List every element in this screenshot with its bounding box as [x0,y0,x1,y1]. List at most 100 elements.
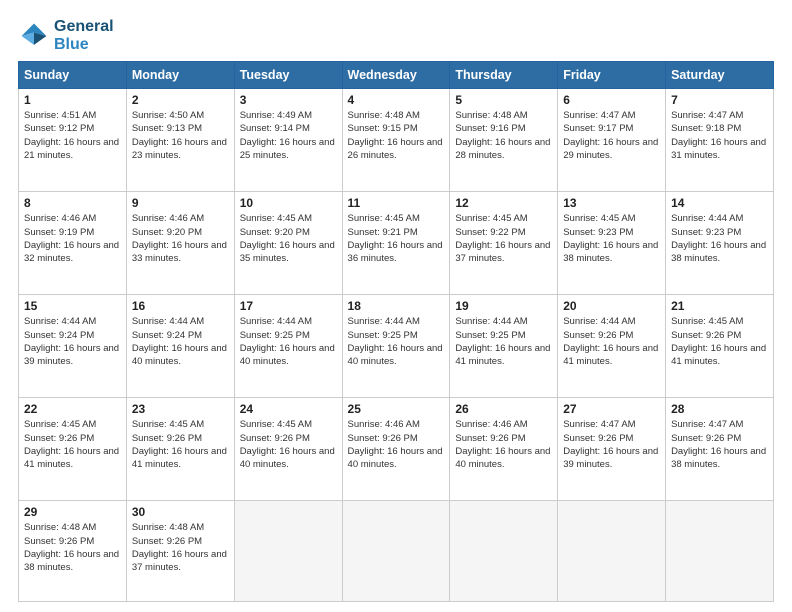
col-tuesday: Tuesday [234,62,342,89]
calendar-cell: 12 Sunrise: 4:45 AM Sunset: 9:22 PM Dayl… [450,192,558,295]
day-number: 9 [132,196,229,210]
day-number: 6 [563,93,660,107]
day-number: 1 [24,93,121,107]
calendar-cell: 7 Sunrise: 4:47 AM Sunset: 9:18 PM Dayli… [666,89,774,192]
day-info: Sunrise: 4:44 AM Sunset: 9:25 PM Dayligh… [348,315,445,368]
calendar-cell: 6 Sunrise: 4:47 AM Sunset: 9:17 PM Dayli… [558,89,666,192]
col-sunday: Sunday [19,62,127,89]
calendar-cell: 1 Sunrise: 4:51 AM Sunset: 9:12 PM Dayli… [19,89,127,192]
col-monday: Monday [126,62,234,89]
calendar-cell: 19 Sunrise: 4:44 AM Sunset: 9:25 PM Dayl… [450,295,558,398]
calendar-cell: 30 Sunrise: 4:48 AM Sunset: 9:26 PM Dayl… [126,501,234,602]
page: General Blue Sunday Monday Tuesday Wedne… [0,0,792,612]
day-info: Sunrise: 4:45 AM Sunset: 9:22 PM Dayligh… [455,212,552,265]
day-number: 5 [455,93,552,107]
day-number: 2 [132,93,229,107]
calendar-cell: 20 Sunrise: 4:44 AM Sunset: 9:26 PM Dayl… [558,295,666,398]
day-info: Sunrise: 4:45 AM Sunset: 9:23 PM Dayligh… [563,212,660,265]
col-saturday: Saturday [666,62,774,89]
day-number: 18 [348,299,445,313]
day-info: Sunrise: 4:44 AM Sunset: 9:24 PM Dayligh… [24,315,121,368]
calendar-cell: 4 Sunrise: 4:48 AM Sunset: 9:15 PM Dayli… [342,89,450,192]
day-number: 24 [240,402,337,416]
day-info: Sunrise: 4:46 AM Sunset: 9:26 PM Dayligh… [348,418,445,471]
calendar-cell: 2 Sunrise: 4:50 AM Sunset: 9:13 PM Dayli… [126,89,234,192]
calendar-cell: 17 Sunrise: 4:44 AM Sunset: 9:25 PM Dayl… [234,295,342,398]
day-number: 15 [24,299,121,313]
calendar-week-row: 22 Sunrise: 4:45 AM Sunset: 9:26 PM Dayl… [19,398,774,501]
header: General Blue [18,18,774,53]
calendar-cell: 11 Sunrise: 4:45 AM Sunset: 9:21 PM Dayl… [342,192,450,295]
day-info: Sunrise: 4:47 AM Sunset: 9:26 PM Dayligh… [671,418,768,471]
calendar-cell: 13 Sunrise: 4:45 AM Sunset: 9:23 PM Dayl… [558,192,666,295]
calendar-week-row: 8 Sunrise: 4:46 AM Sunset: 9:19 PM Dayli… [19,192,774,295]
day-number: 21 [671,299,768,313]
day-info: Sunrise: 4:47 AM Sunset: 9:26 PM Dayligh… [563,418,660,471]
calendar-cell [234,501,342,602]
calendar-cell: 23 Sunrise: 4:45 AM Sunset: 9:26 PM Dayl… [126,398,234,501]
day-info: Sunrise: 4:46 AM Sunset: 9:26 PM Dayligh… [455,418,552,471]
calendar-week-row: 1 Sunrise: 4:51 AM Sunset: 9:12 PM Dayli… [19,89,774,192]
day-info: Sunrise: 4:45 AM Sunset: 9:21 PM Dayligh… [348,212,445,265]
day-info: Sunrise: 4:47 AM Sunset: 9:17 PM Dayligh… [563,109,660,162]
calendar-cell: 27 Sunrise: 4:47 AM Sunset: 9:26 PM Dayl… [558,398,666,501]
day-info: Sunrise: 4:46 AM Sunset: 9:19 PM Dayligh… [24,212,121,265]
day-info: Sunrise: 4:48 AM Sunset: 9:15 PM Dayligh… [348,109,445,162]
day-number: 12 [455,196,552,210]
calendar-cell: 25 Sunrise: 4:46 AM Sunset: 9:26 PM Dayl… [342,398,450,501]
calendar-cell: 5 Sunrise: 4:48 AM Sunset: 9:16 PM Dayli… [450,89,558,192]
day-number: 11 [348,196,445,210]
calendar-header-row: Sunday Monday Tuesday Wednesday Thursday… [19,62,774,89]
calendar-cell: 15 Sunrise: 4:44 AM Sunset: 9:24 PM Dayl… [19,295,127,398]
calendar-table: Sunday Monday Tuesday Wednesday Thursday… [18,61,774,602]
day-number: 26 [455,402,552,416]
calendar-cell: 10 Sunrise: 4:45 AM Sunset: 9:20 PM Dayl… [234,192,342,295]
day-number: 8 [24,196,121,210]
logo-text: General Blue [54,18,114,53]
day-number: 16 [132,299,229,313]
calendar-cell: 9 Sunrise: 4:46 AM Sunset: 9:20 PM Dayli… [126,192,234,295]
calendar-week-row: 15 Sunrise: 4:44 AM Sunset: 9:24 PM Dayl… [19,295,774,398]
day-number: 14 [671,196,768,210]
day-number: 30 [132,505,229,519]
calendar-cell: 29 Sunrise: 4:48 AM Sunset: 9:26 PM Dayl… [19,501,127,602]
day-number: 23 [132,402,229,416]
calendar-cell: 18 Sunrise: 4:44 AM Sunset: 9:25 PM Dayl… [342,295,450,398]
day-info: Sunrise: 4:46 AM Sunset: 9:20 PM Dayligh… [132,212,229,265]
day-info: Sunrise: 4:47 AM Sunset: 9:18 PM Dayligh… [671,109,768,162]
calendar-cell [342,501,450,602]
day-info: Sunrise: 4:45 AM Sunset: 9:26 PM Dayligh… [240,418,337,471]
calendar-cell: 14 Sunrise: 4:44 AM Sunset: 9:23 PM Dayl… [666,192,774,295]
day-number: 19 [455,299,552,313]
day-info: Sunrise: 4:45 AM Sunset: 9:26 PM Dayligh… [671,315,768,368]
calendar-cell: 8 Sunrise: 4:46 AM Sunset: 9:19 PM Dayli… [19,192,127,295]
calendar-cell [450,501,558,602]
day-info: Sunrise: 4:45 AM Sunset: 9:26 PM Dayligh… [24,418,121,471]
logo-icon [18,20,50,52]
day-info: Sunrise: 4:48 AM Sunset: 9:26 PM Dayligh… [132,521,229,574]
day-number: 22 [24,402,121,416]
day-info: Sunrise: 4:48 AM Sunset: 9:16 PM Dayligh… [455,109,552,162]
day-number: 10 [240,196,337,210]
col-friday: Friday [558,62,666,89]
day-number: 3 [240,93,337,107]
day-info: Sunrise: 4:45 AM Sunset: 9:26 PM Dayligh… [132,418,229,471]
day-info: Sunrise: 4:49 AM Sunset: 9:14 PM Dayligh… [240,109,337,162]
calendar-week-row: 29 Sunrise: 4:48 AM Sunset: 9:26 PM Dayl… [19,501,774,602]
day-info: Sunrise: 4:44 AM Sunset: 9:26 PM Dayligh… [563,315,660,368]
calendar-cell: 3 Sunrise: 4:49 AM Sunset: 9:14 PM Dayli… [234,89,342,192]
calendar-cell: 24 Sunrise: 4:45 AM Sunset: 9:26 PM Dayl… [234,398,342,501]
day-number: 4 [348,93,445,107]
logo: General Blue [18,18,114,53]
day-number: 29 [24,505,121,519]
calendar-cell: 21 Sunrise: 4:45 AM Sunset: 9:26 PM Dayl… [666,295,774,398]
day-number: 17 [240,299,337,313]
col-wednesday: Wednesday [342,62,450,89]
day-number: 25 [348,402,445,416]
calendar-cell [666,501,774,602]
calendar-cell: 28 Sunrise: 4:47 AM Sunset: 9:26 PM Dayl… [666,398,774,501]
day-number: 13 [563,196,660,210]
calendar-cell: 16 Sunrise: 4:44 AM Sunset: 9:24 PM Dayl… [126,295,234,398]
calendar-cell: 26 Sunrise: 4:46 AM Sunset: 9:26 PM Dayl… [450,398,558,501]
day-number: 27 [563,402,660,416]
